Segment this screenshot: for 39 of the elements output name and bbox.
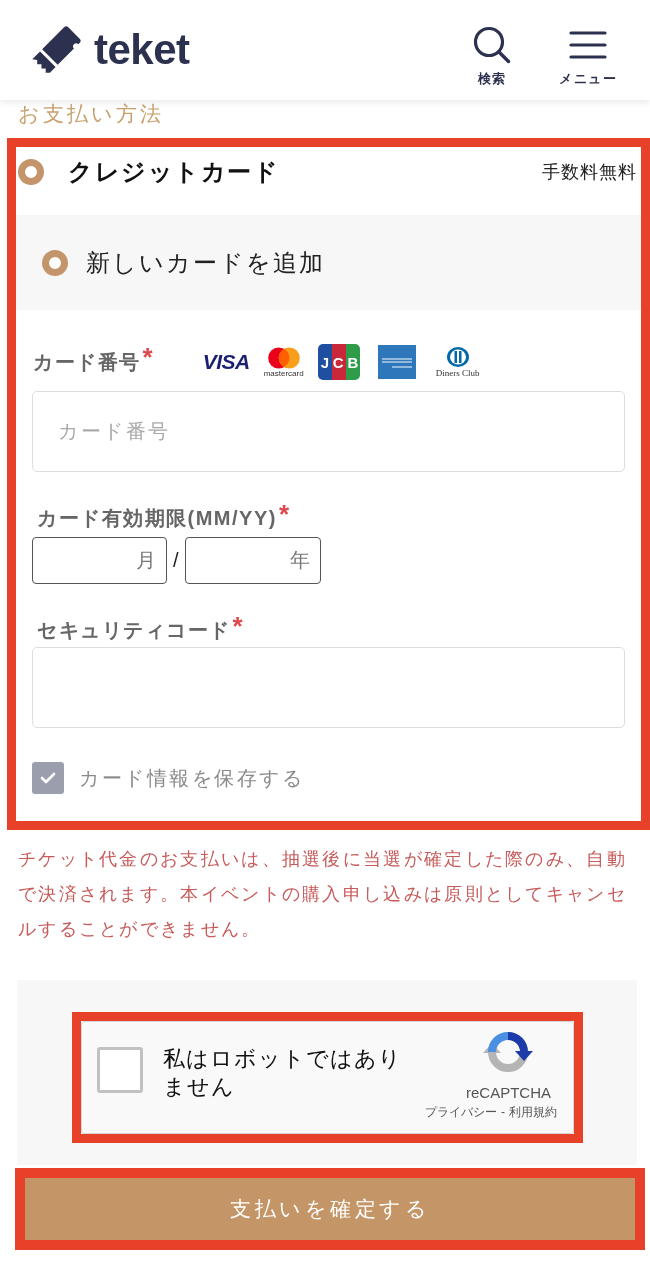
card-option-label: 新しいカードを追加 (86, 247, 325, 278)
field-label: カード番号 (33, 350, 141, 375)
required-mark: * (142, 346, 153, 368)
radio-button[interactable] (42, 249, 68, 276)
notice-text: チケット代金のお支払いは、抽選後に当選が確定した際のみ、自動で決済されます。本イベントの購入申し込みは原則としてキャンセルすることができません。 (18, 848, 628, 941)
diners-club-logo: Diners Club (435, 345, 480, 379)
visa-logo: VISA (202, 350, 250, 374)
captcha-checkbox[interactable] (97, 1047, 143, 1093)
field-label: セキュリティコード (37, 618, 231, 643)
radio-button[interactable] (18, 159, 44, 185)
ticket-logo-icon[interactable] (32, 25, 82, 75)
required-mark: * (232, 615, 243, 637)
card-option-panel[interactable]: 新しいカードを追加 (16, 215, 641, 310)
year-field[interactable]: 年 (184, 537, 321, 584)
search-button[interactable]: 検索 (462, 24, 522, 86)
card-number-field[interactable]: カード番号 (32, 391, 625, 472)
mastercard-logo: mastercard (263, 346, 304, 378)
search-icon (473, 25, 511, 64)
menu-icon (569, 30, 607, 59)
checkbox-label[interactable]: カード情報を保存する (79, 764, 304, 792)
footer-link[interactable]: プライバシー (425, 1105, 497, 1120)
section-title: お支払い方法 (17, 101, 164, 127)
captcha-brand: reCAPTCHA (466, 1084, 551, 1102)
checkbox[interactable] (32, 762, 64, 794)
field-label: カード有効期限(MM/YY) (37, 506, 277, 531)
menu-button[interactable]: メニュー (558, 24, 618, 86)
logo-text[interactable]: teket (94, 29, 190, 71)
check-icon (40, 772, 56, 784)
security-code-field[interactable] (32, 647, 625, 728)
required-mark: * (278, 503, 289, 525)
footer-link[interactable]: 利用規約 (509, 1105, 557, 1120)
payment-method-label: クレジットカード (68, 157, 279, 187)
card-brand-icon (377, 345, 416, 379)
date-separator: / (173, 549, 179, 572)
link-separator: - (501, 1105, 505, 1120)
captcha-label: 私はロボットではありません (163, 1045, 403, 1101)
month-field[interactable]: 月 (32, 537, 167, 584)
fee-note: 手数料無料 (542, 161, 637, 184)
circular-arrows-icon (482, 1030, 535, 1074)
